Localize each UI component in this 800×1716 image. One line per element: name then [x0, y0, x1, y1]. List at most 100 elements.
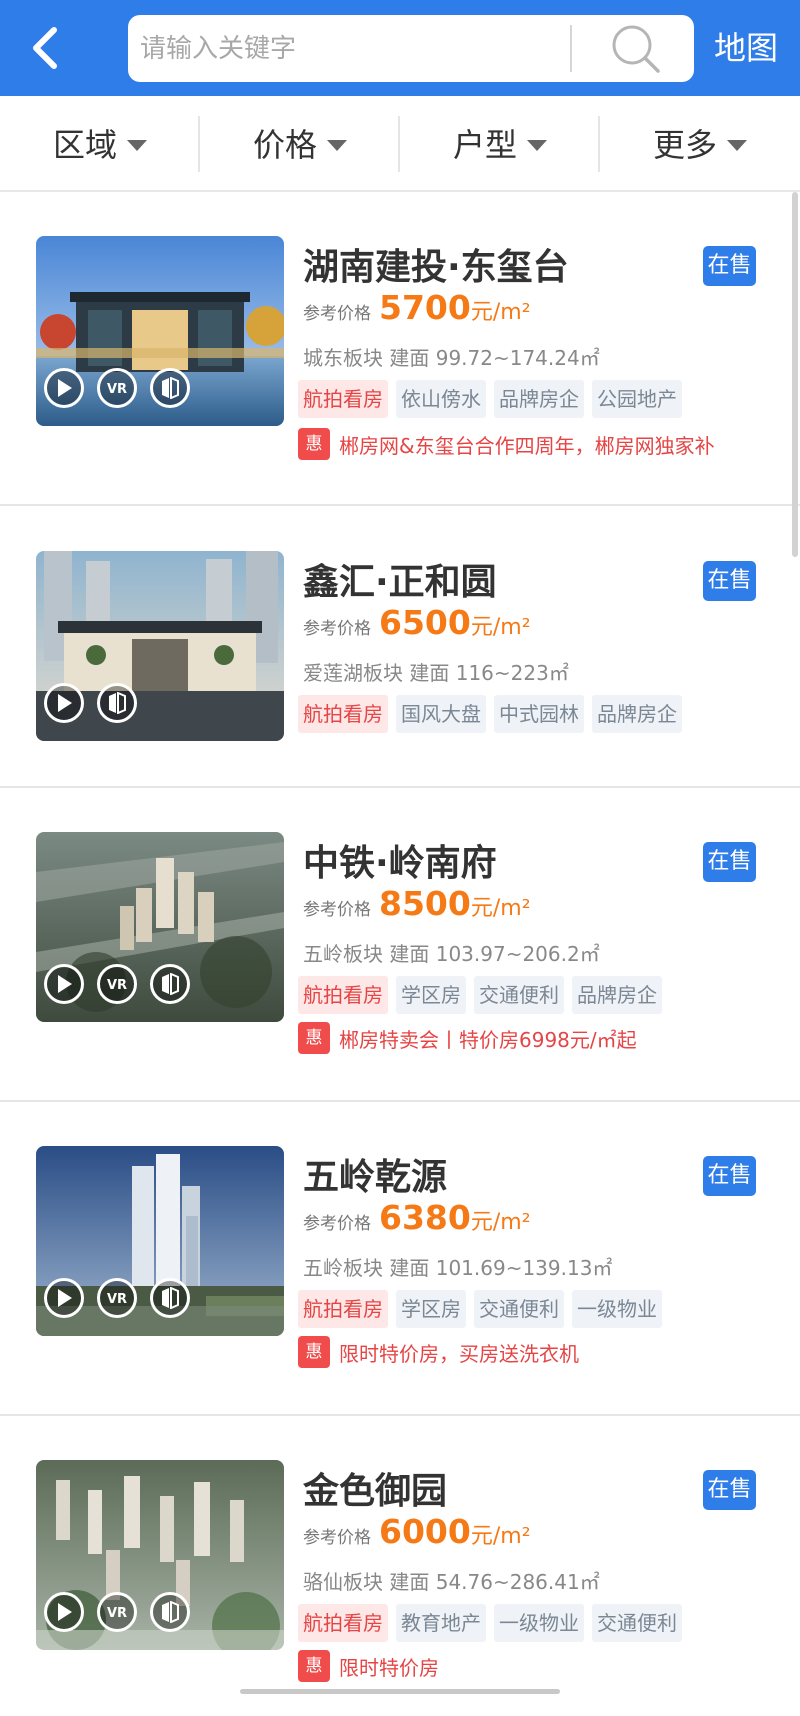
tag: 学区房: [396, 1290, 466, 1328]
price-row: 参考价格 8500元/m²: [303, 884, 531, 923]
scrollbar[interactable]: [792, 192, 798, 557]
tag: 学区房: [396, 976, 466, 1014]
panorama-icon[interactable]: [150, 1278, 190, 1318]
tag: 中式园林: [494, 695, 584, 733]
panorama-icon[interactable]: [150, 368, 190, 408]
tag: 交通便利: [474, 1290, 564, 1328]
promo-text: 限时特价房，买房送洗衣机: [339, 1341, 579, 1366]
promo-row[interactable]: 惠 郴房网&东玺台合作四周年，郴房网独家补: [298, 428, 715, 460]
panorama-icon[interactable]: [150, 964, 190, 1004]
promo-text: 郴房网&东玺台合作四周年，郴房网独家补: [339, 433, 715, 458]
price-label: 参考价格: [303, 619, 371, 639]
price-label: 参考价格: [303, 900, 371, 920]
listing-title[interactable]: 中铁·岭南府: [303, 834, 497, 886]
listing-card[interactable]: VR 中铁·岭南府 在售 参考价格 8500元/m² 五岭板块 建面 103.97…: [0, 788, 800, 1102]
back-button[interactable]: [18, 20, 74, 76]
price-unit: 元/m²: [470, 300, 531, 325]
tag: 航拍看房: [298, 1604, 388, 1642]
promo-text: 郴房特卖会丨特价房6998元/㎡起: [339, 1027, 637, 1052]
listing-title[interactable]: 湖南建投·东玺台: [303, 238, 569, 290]
tag: 教育地产: [396, 1604, 486, 1642]
promo-badge: 惠: [298, 1650, 330, 1682]
tag: 一级物业: [572, 1290, 662, 1328]
listing-photo[interactable]: [36, 551, 284, 741]
tag: 品牌房企: [592, 695, 682, 733]
home-indicator[interactable]: [240, 1689, 560, 1694]
promo-row[interactable]: 惠 限时特价房: [298, 1650, 439, 1682]
search-input[interactable]: [140, 15, 680, 82]
vr-icon[interactable]: VR: [97, 1278, 137, 1318]
filter-price[interactable]: 价格: [200, 96, 400, 190]
video-play-icon[interactable]: [44, 1592, 84, 1632]
svg-text:VR: VR: [107, 1606, 127, 1620]
listing-card[interactable]: 鑫汇·正和圆 在售 参考价格 6500元/m² 爱莲湖板块 建面 116~223㎡…: [0, 506, 800, 788]
price-value: 5700: [379, 288, 471, 327]
tag: 依山傍水: [396, 380, 486, 418]
listing-card[interactable]: VR 金色御园 在售 参考价格 6000元/m² 骆仙板块 建面 54.76~28…: [0, 1416, 800, 1716]
status-badge: 在售: [703, 246, 756, 286]
panorama-icon[interactable]: [150, 1592, 190, 1632]
tag: 航拍看房: [298, 1290, 388, 1328]
status-badge: 在售: [703, 561, 756, 601]
listing-card[interactable]: VR 湖南建投·东玺台 在售 参考价格 5700元/m² 城东板块 建面 99.7…: [0, 192, 800, 506]
status-badge: 在售: [703, 1470, 756, 1510]
promo-badge: 惠: [298, 1336, 330, 1368]
vr-icon[interactable]: VR: [97, 368, 137, 408]
tag: 国风大盘: [396, 695, 486, 733]
triangle-down-icon: [327, 139, 347, 151]
promo-row[interactable]: 惠 限时特价房，买房送洗衣机: [298, 1336, 579, 1368]
svg-text:VR: VR: [107, 978, 127, 992]
video-play-icon[interactable]: [44, 1278, 84, 1318]
listing-photo[interactable]: VR: [36, 1460, 284, 1650]
listing-photo[interactable]: VR: [36, 236, 284, 426]
filter-label: 价格: [252, 126, 317, 164]
tag-list: 航拍看房 教育地产 一级物业 交通便利: [298, 1604, 690, 1642]
map-button[interactable]: 地图: [714, 22, 794, 74]
tag-list: 航拍看房 依山傍水 品牌房企 公园地产: [298, 380, 690, 418]
tag: 交通便利: [592, 1604, 682, 1642]
price-label: 参考价格: [303, 304, 371, 324]
listing-photo[interactable]: VR: [36, 832, 284, 1022]
listing-title[interactable]: 金色御园: [303, 1462, 447, 1514]
search-box[interactable]: [128, 15, 694, 82]
listing-card[interactable]: VR 五岭乾源 在售 参考价格 6380元/m² 五岭板块 建面 101.69~1…: [0, 1102, 800, 1416]
tag-list: 航拍看房 国风大盘 中式园林 品牌房企: [298, 695, 690, 733]
tag: 公园地产: [592, 380, 682, 418]
listing-photo[interactable]: VR: [36, 1146, 284, 1336]
filter-bar: 区域 价格 户型 更多: [0, 96, 800, 192]
filter-layout[interactable]: 户型: [400, 96, 600, 190]
price-unit: 元/m²: [470, 1210, 531, 1235]
tag: 航拍看房: [298, 380, 388, 418]
listing-list: VR 湖南建投·东玺台 在售 参考价格 5700元/m² 城东板块 建面 99.7…: [0, 192, 800, 1716]
price-label: 参考价格: [303, 1214, 371, 1234]
video-play-icon[interactable]: [44, 683, 84, 723]
area-info: 五岭板块 建面 103.97~206.2㎡: [303, 942, 600, 966]
promo-badge: 惠: [298, 1022, 330, 1054]
listing-title[interactable]: 五岭乾源: [303, 1148, 447, 1200]
triangle-down-icon: [527, 139, 547, 151]
area-info: 骆仙板块 建面 54.76~286.41㎡: [303, 1570, 600, 1594]
tag: 航拍看房: [298, 695, 388, 733]
promo-row[interactable]: 惠 郴房特卖会丨特价房6998元/㎡起: [298, 1022, 637, 1054]
filter-region[interactable]: 区域: [0, 96, 200, 190]
search-icon[interactable]: [608, 23, 662, 75]
top-bar: 地图: [0, 0, 800, 96]
status-badge: 在售: [703, 1156, 756, 1196]
price-unit: 元/m²: [470, 615, 531, 640]
listing-title[interactable]: 鑫汇·正和圆: [303, 553, 497, 605]
price-row: 参考价格 5700元/m²: [303, 288, 531, 327]
price-unit: 元/m²: [470, 1524, 531, 1549]
price-row: 参考价格 6500元/m²: [303, 603, 531, 642]
triangle-down-icon: [727, 139, 747, 151]
filter-more[interactable]: 更多: [600, 96, 800, 190]
vr-icon[interactable]: VR: [97, 964, 137, 1004]
video-play-icon[interactable]: [44, 368, 84, 408]
price-unit: 元/m²: [470, 896, 531, 921]
video-play-icon[interactable]: [44, 964, 84, 1004]
vr-icon[interactable]: VR: [97, 1592, 137, 1632]
price-label: 参考价格: [303, 1528, 371, 1548]
panorama-icon[interactable]: [97, 683, 137, 723]
svg-text:VR: VR: [107, 1292, 127, 1306]
area-info: 爱莲湖板块 建面 116~223㎡: [303, 661, 569, 685]
chevron-left-icon: [33, 27, 57, 69]
